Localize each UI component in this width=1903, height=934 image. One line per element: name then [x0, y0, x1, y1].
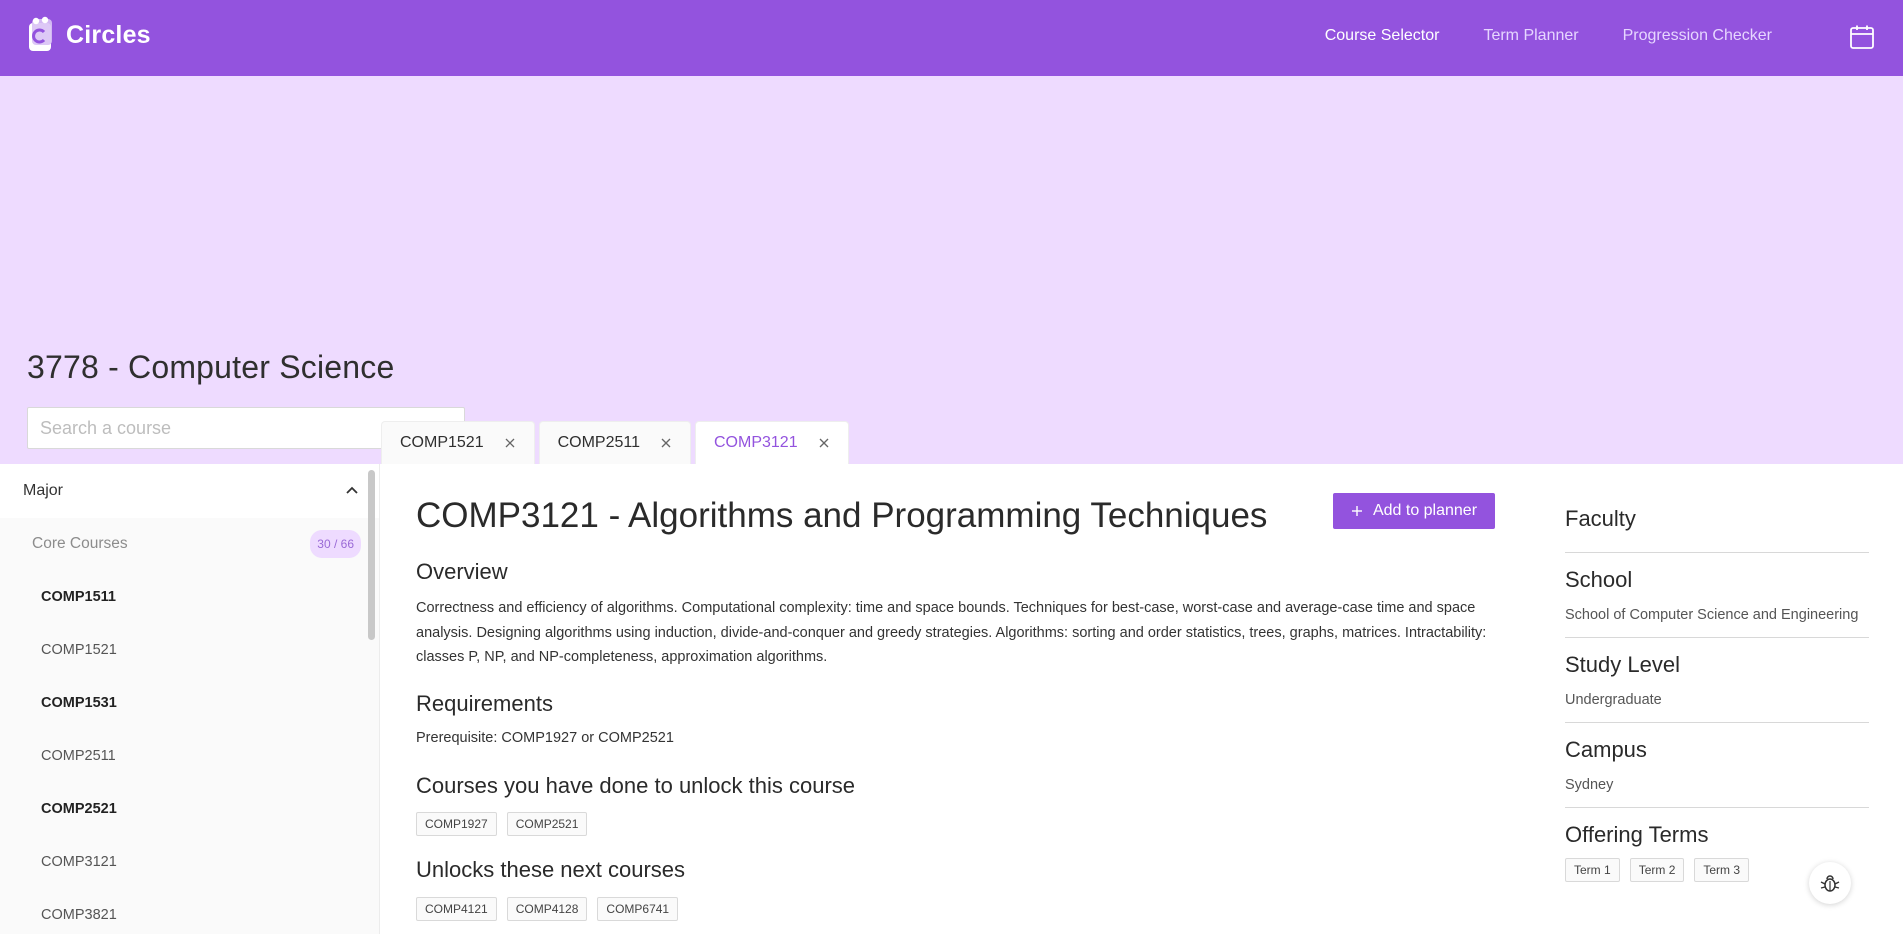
sidebar-scrollbar[interactable] [368, 470, 375, 640]
course-tabs: COMP1521 COMP2511 COMP3121 [381, 421, 849, 464]
tab-comp2511[interactable]: COMP2511 [538, 421, 691, 464]
unlock-courses: COMP1927 COMP2521 [416, 812, 588, 836]
sidebar-item-comp3121[interactable]: COMP3121 [0, 835, 379, 888]
study-level-block: Study Level Undergraduate [1565, 652, 1869, 723]
add-to-planner-button[interactable]: Add to planner [1333, 493, 1495, 529]
nav-term-planner[interactable]: Term Planner [1483, 27, 1578, 45]
bug-report-button[interactable] [1809, 862, 1851, 904]
sidebar-group-core[interactable]: Core Courses 30 / 66 [0, 518, 379, 570]
course-chip-comp4128[interactable]: COMP4128 [506, 897, 588, 921]
sidebar-item-comp3821[interactable]: COMP3821 [0, 888, 379, 934]
close-icon[interactable] [660, 437, 672, 449]
tab-label: COMP3121 [714, 434, 798, 451]
sidebar-item-comp2511[interactable]: COMP2511 [0, 729, 379, 782]
school-value: School of Computer Science and Engineeri… [1565, 607, 1859, 623]
next-courses-heading: Unlocks these next courses [416, 857, 686, 882]
hero-band: 3778 - Computer Science COMP1521 COMP251… [0, 76, 1903, 464]
top-navbar: Circles Course Selector Term Planner Pro… [0, 0, 1903, 76]
term-chip-3: Term 3 [1694, 858, 1750, 882]
add-button-label: Add to planner [1372, 502, 1478, 519]
bug-icon [1820, 875, 1840, 892]
term-chip-1: Term 1 [1565, 858, 1620, 882]
program-title: 3778 - Computer Science [27, 349, 395, 385]
next-courses: COMP4121 COMP4128 COMP6741 [416, 897, 679, 921]
tab-label: COMP1521 [400, 434, 484, 451]
requirements-heading: Requirements [416, 691, 553, 716]
close-icon[interactable] [504, 437, 516, 449]
search-input[interactable] [28, 408, 432, 448]
term-chip-2: Term 2 [1629, 858, 1685, 882]
overview-heading: Overview [416, 559, 508, 584]
campus-block: Campus Sydney [1565, 737, 1869, 808]
sidebar-item-comp2521[interactable]: COMP2521 [0, 782, 379, 835]
close-icon[interactable] [818, 437, 830, 449]
tab-comp3121[interactable]: COMP3121 [695, 421, 849, 464]
offering-terms-heading: Offering Terms [1565, 822, 1709, 847]
plus-icon [1351, 506, 1362, 516]
unlock-heading: Courses you have done to unlock this cou… [416, 773, 856, 798]
school-block: School School of Computer Science and En… [1565, 567, 1869, 638]
requirements-text: Prerequisite: COMP1927 or COMP2521 [416, 730, 674, 746]
course-chip-comp6741[interactable]: COMP6741 [597, 897, 679, 921]
course-detail: COMP3121 - Algorithms and Programming Te… [381, 464, 1521, 934]
sidebar-header-label: Major [23, 482, 64, 499]
progress-badge: 30 / 66 [310, 530, 361, 558]
tab-comp1521[interactable]: COMP1521 [381, 421, 535, 464]
faculty-block: Faculty [1565, 506, 1869, 553]
sidebar-item-comp1531[interactable]: COMP1531 [0, 676, 379, 729]
main-nav: Course Selector Term Planner Progression… [1325, 27, 1772, 45]
course-chip-comp1927[interactable]: COMP1927 [416, 812, 497, 836]
brand[interactable]: Circles [26, 15, 151, 55]
sidebar-major-header[interactable]: Major [0, 464, 379, 518]
chevron-up-icon[interactable] [345, 484, 359, 498]
nav-course-selector[interactable]: Course Selector [1325, 27, 1440, 45]
campus-heading: Campus [1565, 737, 1647, 762]
study-level-value: Undergraduate [1565, 692, 1662, 708]
course-sidebar: Major Core Courses 30 / 66 COMP1511 COMP… [0, 464, 380, 934]
course-title: COMP3121 - Algorithms and Programming Te… [416, 496, 1268, 535]
tab-label: COMP2511 [557, 434, 640, 451]
course-chip-comp4121[interactable]: COMP4121 [416, 897, 497, 921]
calendar-icon[interactable] [1849, 24, 1875, 50]
course-chip-comp2521[interactable]: COMP2521 [506, 812, 588, 836]
sidebar-item-comp1511[interactable]: COMP1511 [0, 570, 379, 623]
faculty-heading: Faculty [1565, 506, 1636, 531]
school-heading: School [1565, 567, 1633, 592]
circles-logo-icon [29, 16, 52, 51]
sidebar-item-comp1521[interactable]: COMP1521 [0, 623, 379, 676]
app-name: Circles [66, 20, 151, 49]
overview-text: Correctness and efficiency of algorithms… [416, 600, 1487, 665]
group-label: Core Courses [32, 535, 128, 552]
nav-progression-checker[interactable]: Progression Checker [1623, 27, 1772, 45]
campus-value: Sydney [1565, 777, 1614, 793]
study-level-heading: Study Level [1565, 652, 1680, 677]
